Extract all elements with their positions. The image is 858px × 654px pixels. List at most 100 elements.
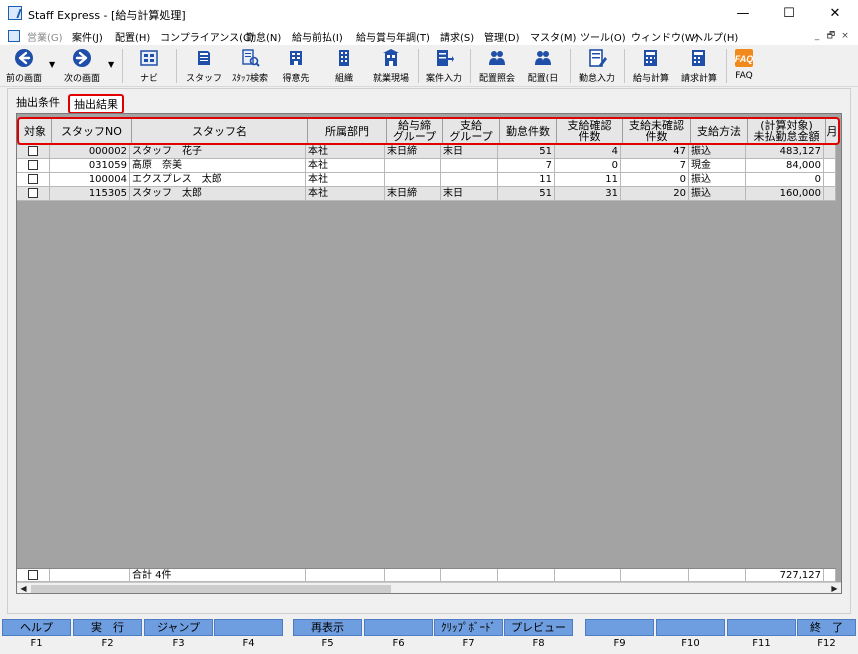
scroll-right-icon[interactable]: ▶ <box>828 583 841 593</box>
staff-button[interactable]: スタッフ <box>182 47 226 85</box>
menu-kyuyo-shoyo-nencho[interactable]: 給与賞与年調(T) <box>356 29 430 44</box>
job-entry-button[interactable]: 案件入力 <box>421 47 467 85</box>
help-button[interactable]: ヘルプ <box>2 619 71 636</box>
menu-window[interactable]: ウィンドウ(W) <box>631 29 699 44</box>
row-select-checkbox[interactable] <box>17 173 50 187</box>
col-header-month[interactable]: 月 <box>826 119 838 143</box>
close-button[interactable]: ✕ <box>812 0 858 27</box>
horizontal-scrollbar[interactable]: ◀ ▶ <box>17 582 841 593</box>
totals-cell <box>555 569 621 582</box>
faq-button[interactable]: FAQ FAQ <box>729 47 759 85</box>
row-select-checkbox[interactable] <box>17 159 50 173</box>
menu-tool[interactable]: ツール(O) <box>580 29 626 44</box>
worksite-button[interactable]: 就業現場 <box>366 47 416 85</box>
fkey-f6: F6 <box>364 619 433 654</box>
checkbox-icon[interactable] <box>28 174 38 184</box>
staff-search-label: ｽﾀｯﾌ検索 <box>231 74 268 84</box>
scrollbar-thumb[interactable] <box>31 585 391 593</box>
f4-button[interactable] <box>214 619 283 636</box>
table-row[interactable]: 031059 髙原 奈美 本社 7 0 7 現金 84,000 <box>17 159 836 173</box>
organization-button[interactable]: 組織 <box>322 47 366 85</box>
col-header-target[interactable]: 対象 <box>19 119 52 143</box>
mdi-close-button[interactable]: × <box>838 30 852 43</box>
payroll-calc-button[interactable]: 給与計算 <box>627 47 675 85</box>
cell-staff-name: スタッフ 太郎 <box>130 187 306 201</box>
menu-compliance[interactable]: コンプライアンス(C) <box>160 29 254 44</box>
back-button[interactable]: 前の画面 <box>0 47 48 85</box>
table-row[interactable]: 115305 スタッフ 太郎 本社 末日締 末日 51 31 20 振込 160… <box>17 187 836 201</box>
select-all-checkbox[interactable] <box>17 569 50 582</box>
col-header-unpaid-amount[interactable]: (計算対象) 未払勤怠金額 <box>748 119 826 143</box>
menu-haichi[interactable]: 配置(H) <box>115 29 150 44</box>
cell-staff-no: 115305 <box>50 187 130 201</box>
placement-daily-button[interactable]: 配置(日 <box>520 47 566 85</box>
col-header-confirmed-count[interactable]: 支給確認 件数 <box>557 119 623 143</box>
cell-confirmed-count: 11 <box>555 173 621 187</box>
cell-payment-method: 振込 <box>689 145 746 159</box>
jump-button[interactable]: ジャンプ <box>144 619 213 636</box>
exit-button[interactable]: 終 了 <box>797 619 856 636</box>
cell-payment-group <box>441 173 498 187</box>
col-header-payroll-group[interactable]: 給与締 グループ <box>387 119 443 143</box>
col-header-staff-name[interactable]: スタッフ名 <box>132 119 308 143</box>
checkbox-icon[interactable] <box>28 570 38 580</box>
menu-anken[interactable]: 案件(J) <box>72 29 103 44</box>
row-select-checkbox[interactable] <box>17 145 50 159</box>
col-header-department[interactable]: 所属部門 <box>308 119 387 143</box>
staff-search-button[interactable]: ｽﾀｯﾌ検索 <box>226 47 274 85</box>
menu-kintai[interactable]: 勤怠(N) <box>246 29 281 44</box>
checkbox-icon[interactable] <box>28 146 38 156</box>
fkey-f5: 再表示 F5 <box>293 619 362 654</box>
tab-extraction-results[interactable]: 抽出結果 <box>68 94 124 114</box>
menu-kyuyo-maebarai[interactable]: 給与前払(I) <box>292 29 343 44</box>
mdi-restore-button[interactable]: 🗗 <box>824 30 838 43</box>
forward-history-dropdown[interactable]: ▼ <box>108 61 116 69</box>
cell-payroll-group: 末日締 <box>385 187 441 201</box>
menu-eigyo[interactable]: 営業(G) <box>27 29 63 44</box>
client-label: 得意先 <box>282 74 310 84</box>
cell-staff-no: 000002 <box>50 145 130 159</box>
maximize-button[interactable]: ☐ <box>766 0 812 27</box>
menu-help[interactable]: ヘルプ(H) <box>693 29 738 44</box>
checkbox-icon[interactable] <box>28 160 38 170</box>
cell-payroll-group <box>385 159 441 173</box>
f11-button[interactable] <box>727 619 796 636</box>
forward-button[interactable]: 次の画面 <box>58 47 106 85</box>
row-select-checkbox[interactable] <box>17 187 50 201</box>
col-header-payment-method[interactable]: 支給方法 <box>691 119 748 143</box>
preview-button[interactable]: プレビュー <box>504 619 573 636</box>
menu-kanri[interactable]: 管理(D) <box>484 29 520 44</box>
col-header-payment-group[interactable]: 支給 グループ <box>443 119 500 143</box>
placement-inquiry-button[interactable]: 配置照会 <box>474 47 520 85</box>
placement-inquiry-label: 配置照会 <box>478 74 515 84</box>
table-row[interactable]: 000002 スタッフ 花子 本社 末日締 末日 51 4 47 振込 483,… <box>17 145 836 159</box>
execute-button[interactable]: 実 行 <box>73 619 142 636</box>
clipboard-button[interactable]: ｸﾘｯﾌﾟﾎﾞｰﾄﾞ <box>434 619 503 636</box>
cell-department: 本社 <box>306 159 385 173</box>
tab-extraction-conditions[interactable]: 抽出条件 <box>16 94 60 114</box>
scroll-left-icon[interactable]: ◀ <box>17 583 30 593</box>
f9-button[interactable] <box>585 619 654 636</box>
menu-seikyu[interactable]: 請求(S) <box>440 29 474 44</box>
navi-button[interactable]: ナビ <box>128 47 170 85</box>
minimize-button[interactable]: — <box>720 0 766 27</box>
refresh-button[interactable]: 再表示 <box>293 619 362 636</box>
f6-button[interactable] <box>364 619 433 636</box>
billing-calc-button[interactable]: 請求計算 <box>675 47 723 85</box>
back-history-dropdown[interactable]: ▼ <box>49 61 57 69</box>
title-bar: Staff Express - [給与計算処理] — ☐ ✕ <box>0 0 858 27</box>
mdi-minimize-button[interactable]: _ <box>810 30 824 43</box>
client-button[interactable]: 得意先 <box>274 47 318 85</box>
menu-master[interactable]: マスタ(M) <box>530 29 576 44</box>
checkbox-icon[interactable] <box>28 188 38 198</box>
table-row[interactable]: 100004 エクスプレス 太郎 本社 11 11 0 振込 0 <box>17 173 836 187</box>
grid-totals-row: 合計 4件 727,127 <box>17 568 836 582</box>
f10-button[interactable] <box>656 619 725 636</box>
cell-attendance-count: 51 <box>498 187 555 201</box>
mdi-child-icon[interactable] <box>8 30 20 42</box>
attendance-entry-button[interactable]: 勤怠入力 <box>573 47 621 85</box>
col-header-staff-no[interactable]: スタッフNO <box>52 119 132 143</box>
col-header-unconfirmed-count[interactable]: 支給未確認 件数 <box>623 119 691 143</box>
attendance-entry-label: 勤怠入力 <box>578 74 615 84</box>
col-header-attendance-count[interactable]: 勤怠件数 <box>500 119 557 143</box>
